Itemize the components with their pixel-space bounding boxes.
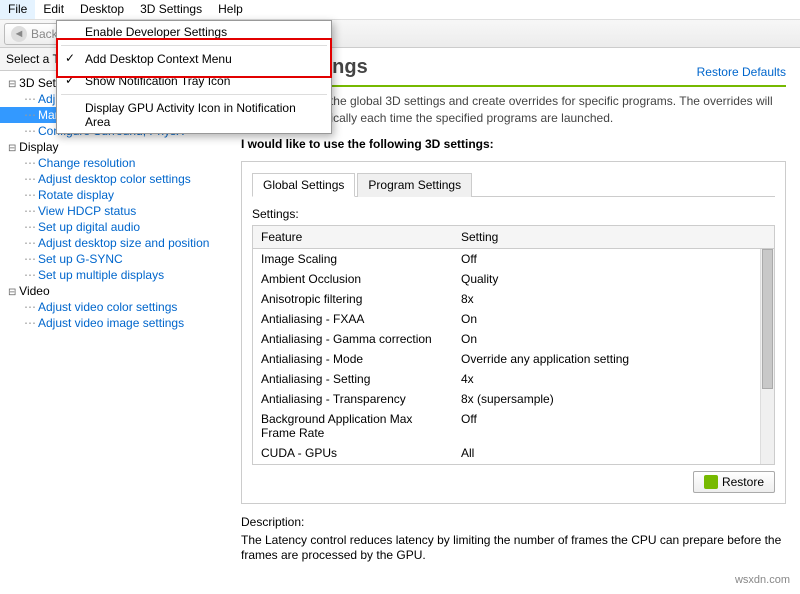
scrollbar-thumb[interactable] [762,249,773,389]
tree-item-adjust-color[interactable]: Adjust desktop color settings [0,171,227,187]
tab-global[interactable]: Global Settings [252,173,355,197]
cell-setting: On [453,331,774,347]
table-row[interactable]: Antialiasing - ModeOverride any applicat… [253,349,774,369]
nvidia-logo-icon [704,475,718,489]
table-row[interactable]: Background Application Max Frame RateOff [253,409,774,443]
settings-table[interactable]: Feature Setting Image ScalingOffAmbient … [252,225,775,465]
th-setting: Setting [453,226,774,248]
tree-item-gsync[interactable]: Set up G-SYNC [0,251,227,267]
cell-setting: Off [453,251,774,267]
cell-setting: Override any application setting [453,351,774,367]
cell-feature: Antialiasing - Gamma correction [253,331,453,347]
tree-item-size-pos[interactable]: Adjust desktop size and position [0,235,227,251]
tree-item-change-res[interactable]: Change resolution [0,155,227,171]
check-icon: ✓ [65,73,75,87]
table-row[interactable]: Ambient OcclusionQuality [253,269,774,289]
menu-add-context-menu[interactable]: ✓Add Desktop Context Menu [57,48,331,70]
restore-button[interactable]: Restore [693,471,775,493]
cell-setting: 8x (supersample) [453,391,774,407]
back-label: Back [31,27,58,41]
cell-feature: Antialiasing - Mode [253,351,453,367]
tree-item-hdcp[interactable]: View HDCP status [0,203,227,219]
table-row[interactable]: Anisotropic filtering8x [253,289,774,309]
back-arrow-icon: ◄ [11,26,27,42]
tree-group-video[interactable]: Video [0,283,227,299]
menu-enable-developer[interactable]: Enable Developer Settings [57,21,331,43]
settings-panel: Global Settings Program Settings Setting… [241,161,786,504]
desktop-dropdown-menu: Enable Developer Settings ✓Add Desktop C… [56,20,332,134]
cell-feature: Background Application Max Frame Rate [253,411,453,441]
tree-group-display[interactable]: Display [0,139,227,155]
cell-feature: Antialiasing - Setting [253,371,453,387]
tabs: Global Settings Program Settings [252,172,775,197]
menu-show-tray-icon[interactable]: ✓Show Notification Tray Icon [57,70,331,92]
cell-setting: All [453,445,774,461]
cell-setting: Off [453,411,774,441]
tree-item-video-image[interactable]: Adjust video image settings [0,315,227,331]
watermark: wsxdn.com [735,574,790,586]
description-text: The Latency control reduces latency by l… [241,533,786,564]
menu-separator [61,94,327,95]
table-row[interactable]: CUDA - GPUsAll [253,443,774,463]
cell-setting: On [453,311,774,327]
cell-setting: Quality [453,271,774,287]
description-label: Description: [241,515,786,529]
cell-feature: Ambient Occlusion [253,271,453,287]
th-feature: Feature [253,226,453,248]
menu-help[interactable]: Help [210,0,251,19]
menu-gpu-activity-icon[interactable]: Display GPU Activity Icon in Notificatio… [57,97,331,133]
tree-item-rotate[interactable]: Rotate display [0,187,227,203]
settings-heading: I would like to use the following 3D set… [241,137,786,151]
cell-feature: Antialiasing - FXAA [253,311,453,327]
cell-feature: CUDA - GPUs [253,445,453,461]
cell-setting: 8x [453,291,774,307]
restore-defaults-link[interactable]: Restore Defaults [697,65,786,79]
menubar: File Edit Desktop 3D Settings Help [0,0,800,20]
table-row[interactable]: Antialiasing - Setting4x [253,369,774,389]
table-row[interactable]: Antialiasing - Transparency8x (supersamp… [253,389,774,409]
cell-feature: Antialiasing - Transparency [253,391,453,407]
menu-file[interactable]: File [0,0,35,19]
scrollbar[interactable] [760,249,774,464]
menu-separator [61,45,327,46]
menu-edit[interactable]: Edit [35,0,72,19]
tree-item-audio[interactable]: Set up digital audio [0,219,227,235]
tab-program[interactable]: Program Settings [357,173,472,197]
table-row[interactable]: Antialiasing - Gamma correctionOn [253,329,774,349]
table-row[interactable]: Antialiasing - FXAAOn [253,309,774,329]
restore-button-label: Restore [722,475,764,489]
menu-desktop[interactable]: Desktop [72,0,132,19]
settings-label: Settings: [252,207,775,221]
cell-feature: Image Scaling [253,251,453,267]
tree-item-video-color[interactable]: Adjust video color settings [0,299,227,315]
menu-3dsettings[interactable]: 3D Settings [132,0,210,19]
check-icon: ✓ [65,51,75,65]
table-row[interactable]: DSR - Factors1.20x;1.50x;1.78x;2.00x;2.2… [253,463,774,465]
cell-feature: Anisotropic filtering [253,291,453,307]
table-row[interactable]: Image ScalingOff [253,249,774,269]
cell-setting: 4x [453,371,774,387]
tree-item-multi-disp[interactable]: Set up multiple displays [0,267,227,283]
